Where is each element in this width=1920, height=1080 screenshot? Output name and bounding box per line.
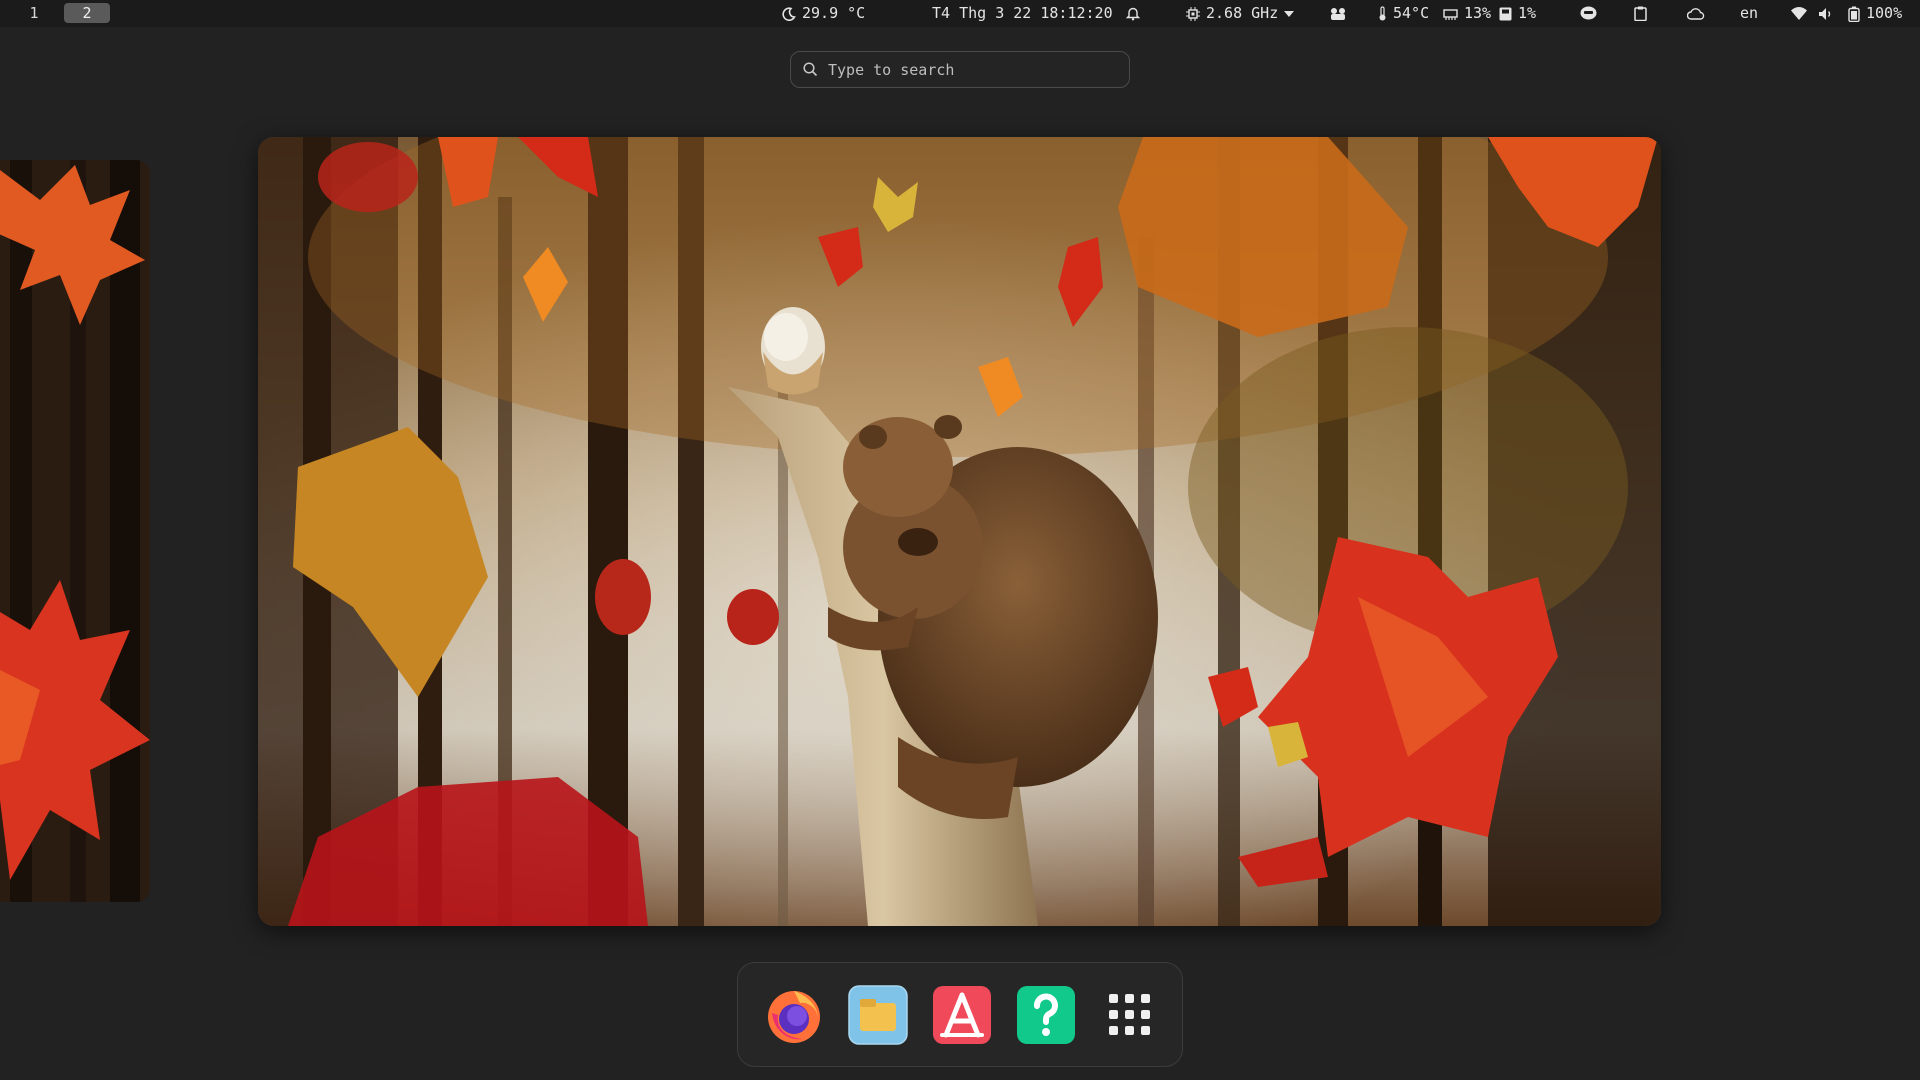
- temperature-indicator[interactable]: 54°C: [1378, 0, 1429, 27]
- memory-value: 13%: [1464, 4, 1492, 22]
- cpu-indicator[interactable]: 2.68 GHz: [1186, 0, 1295, 27]
- top-bar: 1 2 29.9 °C T4 Thg 3 22 18:12:20 2.68 GH…: [0, 0, 1920, 27]
- wifi-icon: [1791, 7, 1807, 20]
- firefox-icon: [768, 991, 820, 1043]
- language-indicator[interactable]: en: [1740, 0, 1758, 27]
- tray-clipboard[interactable]: [1634, 0, 1647, 27]
- cloud-icon: [1687, 7, 1705, 20]
- cpu-icon: [1186, 6, 1200, 21]
- dock-app-help[interactable]: [1016, 985, 1076, 1045]
- notifications-button[interactable]: [1126, 0, 1140, 27]
- volume-indicator[interactable]: [1818, 0, 1834, 27]
- search-icon: [803, 62, 818, 77]
- workspace-1-button[interactable]: 1: [24, 3, 44, 23]
- workspace-1-wallpaper: [0, 160, 150, 902]
- clock[interactable]: T4 Thg 3 22 18:12:20: [932, 0, 1113, 27]
- tray-cloud[interactable]: [1687, 0, 1705, 27]
- temperature-value: 54°C: [1393, 4, 1430, 22]
- cpu-freq: 2.68 GHz: [1206, 4, 1279, 22]
- workspace-1-preview[interactable]: [0, 160, 150, 902]
- dock: [737, 962, 1183, 1067]
- battery-indicator[interactable]: 100%: [1848, 0, 1902, 27]
- weather-temp: 29.9 °C: [802, 4, 866, 22]
- workspace-2-wallpaper: [258, 137, 1661, 926]
- search-box[interactable]: [790, 51, 1130, 88]
- bell-icon: [1126, 7, 1140, 21]
- battery-value: 100%: [1866, 4, 1903, 22]
- battery-icon: [1848, 6, 1860, 22]
- gpu-indicator[interactable]: [1330, 0, 1346, 27]
- dock-app-files[interactable]: [848, 985, 908, 1045]
- weather-indicator[interactable]: 29.9 °C: [782, 0, 865, 27]
- speaker-icon: [1819, 7, 1831, 20]
- storage-indicator[interactable]: 1%: [1499, 0, 1536, 27]
- fan-icon: [1331, 7, 1345, 20]
- caret-down-icon: [1284, 10, 1295, 17]
- dock-app-firefox[interactable]: [764, 985, 824, 1045]
- app-store-icon: [933, 986, 991, 1044]
- app-grid-icon: [1109, 994, 1150, 1035]
- memory-indicator[interactable]: 13%: [1443, 0, 1491, 27]
- disk-icon: [1499, 7, 1512, 20]
- tray-chat[interactable]: [1580, 0, 1597, 27]
- wifi-indicator[interactable]: [1791, 0, 1807, 27]
- dock-app-app-store[interactable]: [932, 985, 992, 1045]
- search-input[interactable]: [828, 60, 1098, 79]
- help-icon: [1017, 986, 1075, 1044]
- thermometer-icon: [1379, 6, 1386, 21]
- storage-value: 1%: [1518, 4, 1537, 22]
- files-icon: [848, 985, 908, 1045]
- clipboard-icon: [1634, 6, 1647, 21]
- chat-bubble-icon: [1580, 6, 1597, 20]
- workspace-2-preview[interactable]: [258, 137, 1661, 926]
- moon-icon: [782, 6, 796, 21]
- workspace-2-button[interactable]: 2: [64, 3, 110, 23]
- memory-icon: [1443, 8, 1458, 20]
- dock-show-applications[interactable]: [1100, 985, 1160, 1045]
